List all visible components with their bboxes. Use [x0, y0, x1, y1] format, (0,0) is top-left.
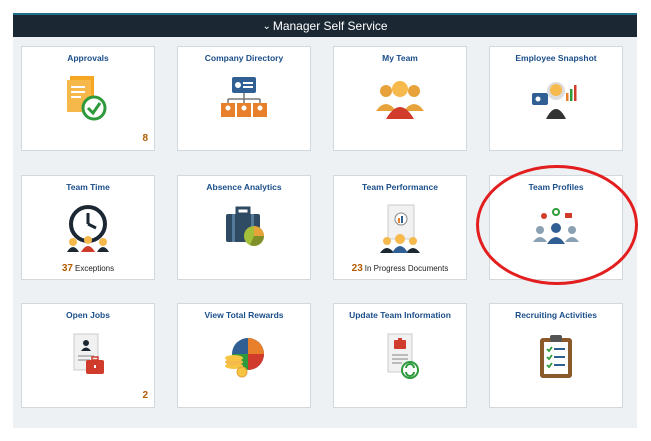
- briefcase-chart-icon: [178, 200, 310, 256]
- tile-title: Absence Analytics: [206, 182, 282, 192]
- manager-self-service-header[interactable]: ⌄ Manager Self Service: [13, 13, 637, 37]
- open-jobs-count: 2: [142, 390, 148, 401]
- exceptions-label: Exceptions: [74, 264, 115, 273]
- tile-recruiting-activities[interactable]: Recruiting Activities: [489, 303, 623, 408]
- tile-employee-snapshot[interactable]: Employee Snapshot: [489, 46, 623, 151]
- in-progress-summary: 23 In Progress Documents: [334, 263, 466, 274]
- header-title: Manager Self Service: [272, 19, 388, 33]
- performance-icon: [334, 200, 466, 256]
- tile-title: Open Jobs: [66, 310, 110, 320]
- in-progress-label: In Progress Documents: [364, 264, 449, 273]
- tile-team-performance[interactable]: Team Performance 23 In Progress Documents: [333, 175, 467, 280]
- in-progress-count: 23: [351, 263, 363, 274]
- tile-title: Employee Snapshot: [515, 53, 597, 63]
- tile-approvals[interactable]: Approvals 8: [21, 46, 155, 151]
- tile-update-team-information[interactable]: Update Team Information: [333, 303, 467, 408]
- tile-title: Update Team Information: [349, 310, 451, 320]
- tile-my-team[interactable]: My Team: [333, 46, 467, 151]
- update-info-icon: [334, 328, 466, 384]
- snapshot-icon: [490, 71, 622, 127]
- team-icon: [334, 71, 466, 127]
- tile-view-total-rewards[interactable]: View Total Rewards: [177, 303, 311, 408]
- directory-icon: [178, 71, 310, 127]
- tile-title: Team Profiles: [528, 182, 584, 192]
- profiles-icon: [490, 200, 622, 256]
- exceptions-summary: 37 Exceptions: [22, 263, 154, 274]
- pending-count: 8: [142, 133, 148, 144]
- tile-title: My Team: [382, 53, 418, 63]
- tile-team-profiles[interactable]: Team Profiles: [489, 175, 623, 280]
- tile-team-time[interactable]: Team Time 37 Exceptions: [21, 175, 155, 280]
- exceptions-count: 37: [61, 263, 73, 274]
- tile-title: Recruiting Activities: [515, 310, 597, 320]
- tile-absence-analytics[interactable]: Absence Analytics: [177, 175, 311, 280]
- tile-company-directory[interactable]: Company Directory: [177, 46, 311, 151]
- rewards-icon: [178, 328, 310, 384]
- tile-title: Team Performance: [362, 182, 438, 192]
- bottom-strip: [0, 428, 651, 441]
- approvals-icon: [22, 71, 154, 127]
- chevron-down-icon[interactable]: ⌄: [262, 21, 270, 32]
- tile-open-jobs[interactable]: Open Jobs 2: [21, 303, 155, 408]
- open-jobs-icon: [22, 328, 154, 384]
- clipboard-icon: [490, 328, 622, 384]
- tile-title: Company Directory: [204, 53, 284, 63]
- tile-title: Approvals: [67, 53, 109, 63]
- tile-title: View Total Rewards: [204, 310, 284, 320]
- tile-title: Team Time: [66, 182, 110, 192]
- clock-icon: [22, 200, 154, 256]
